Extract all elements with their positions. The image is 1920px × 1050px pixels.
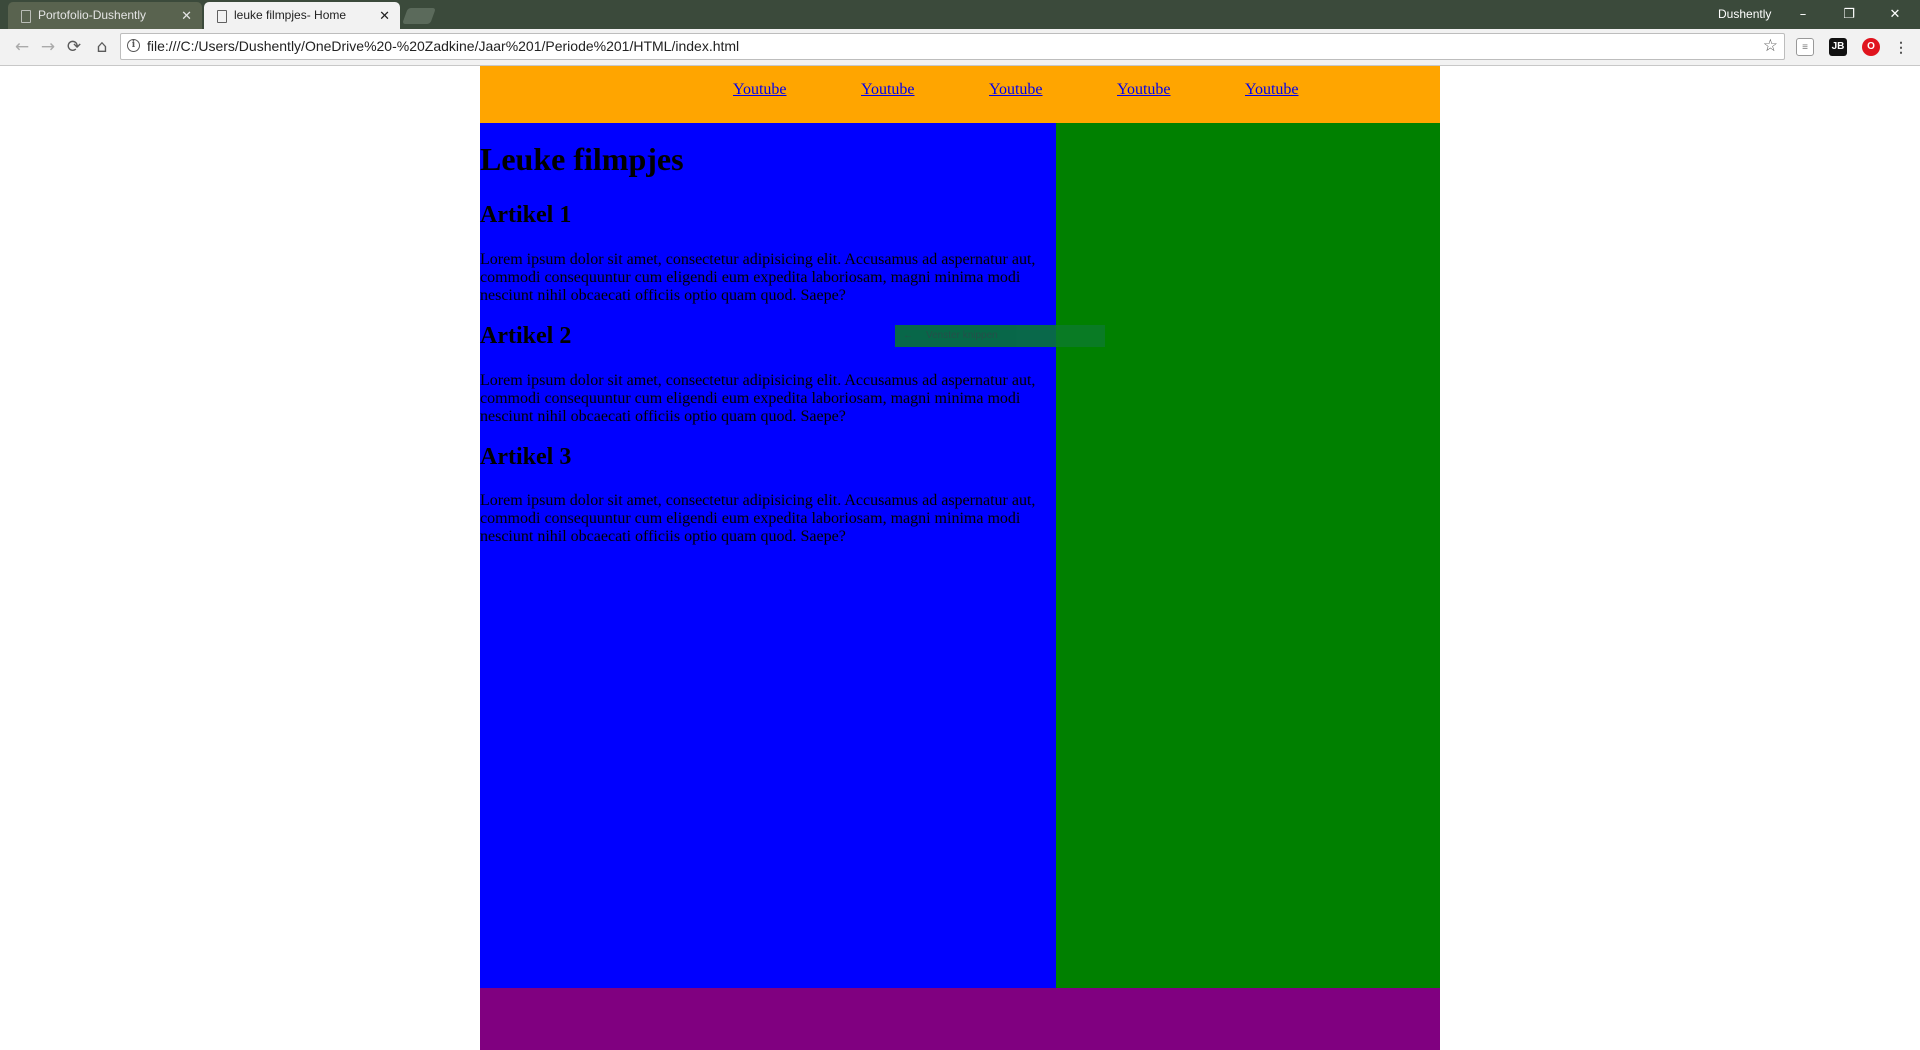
nav-link-youtube-4[interactable]: Youtube (1117, 81, 1171, 99)
snip-tooltip: ← Venster knippen (895, 325, 1105, 347)
info-icon[interactable]: i (127, 39, 140, 52)
site-footer (480, 988, 1440, 1050)
browser-titlebar: Portofolio-Dushently ✕ leuke filmpjes- H… (0, 0, 1920, 29)
main-content: Leuke filmpjes Artikel 1 Lorem ipsum dol… (480, 123, 1056, 988)
site-container: Youtube Youtube Youtube Youtube Youtube … (480, 66, 1440, 1050)
tab-portfolio[interactable]: Portofolio-Dushently ✕ (8, 2, 202, 29)
new-tab-button[interactable] (402, 8, 436, 24)
article-title-2: Artikel 2 (480, 323, 572, 349)
close-window-button[interactable]: ✕ (1872, 0, 1918, 29)
article-title-1: Artikel 1 (480, 202, 572, 228)
document-icon (217, 10, 227, 23)
bookmark-star-icon[interactable]: ☆ (1763, 34, 1778, 59)
sidebar (1056, 123, 1440, 988)
page-viewport: Youtube Youtube Youtube Youtube Youtube … (0, 66, 1920, 1050)
extension-page-icon[interactable]: ≡ (1796, 38, 1814, 56)
back-arrow-icon: ← (903, 330, 913, 341)
tab-close-icon[interactable]: ✕ (379, 2, 390, 29)
forward-arrow-icon[interactable]: → (38, 37, 58, 57)
back-arrow-icon[interactable]: ← (12, 37, 32, 57)
tab-title: Portofolio-Dushently (38, 8, 147, 22)
article-title-3: Artikel 3 (480, 444, 572, 470)
jetbrains-icon[interactable]: JB (1829, 38, 1847, 56)
tab-leuke-filmpjes[interactable]: leuke filmpjes- Home ✕ (204, 2, 400, 29)
nav-link-youtube-1[interactable]: Youtube (733, 81, 787, 99)
menu-dots-icon[interactable]: ⋮ (1892, 38, 1910, 56)
browser-toolbar: ← → ⟳ ⌂ i file:///C:/Users/Dushently/One… (0, 29, 1920, 66)
tab-close-icon[interactable]: ✕ (181, 2, 192, 29)
tab-title: leuke filmpjes- Home (234, 8, 347, 22)
article-body-1: Lorem ipsum dolor sit amet, consectetur … (480, 251, 1036, 304)
address-text[interactable]: file:///C:/Users/Dushently/OneDrive%20-%… (147, 34, 739, 59)
page-title: Leuke filmpjes (480, 141, 684, 177)
nav-link-youtube-5[interactable]: Youtube (1245, 81, 1299, 99)
restore-button[interactable]: ❐ (1826, 0, 1872, 29)
minimize-button[interactable]: – (1780, 0, 1826, 29)
article-body-2: Lorem ipsum dolor sit amet, consectetur … (480, 372, 1036, 425)
tooltip-text: Venster knippen (926, 330, 998, 341)
site-nav: Youtube Youtube Youtube Youtube Youtube (480, 66, 1440, 123)
profile-name[interactable]: Dushently (1718, 0, 1771, 29)
article-body-3: Lorem ipsum dolor sit amet, consectetur … (480, 492, 1036, 545)
reload-icon[interactable]: ⟳ (64, 37, 84, 57)
opera-icon[interactable]: O (1862, 38, 1880, 56)
nav-link-youtube-3[interactable]: Youtube (989, 81, 1043, 99)
address-bar[interactable]: i file:///C:/Users/Dushently/OneDrive%20… (120, 33, 1785, 60)
document-icon (21, 10, 31, 23)
nav-link-youtube-2[interactable]: Youtube (861, 81, 915, 99)
home-icon[interactable]: ⌂ (92, 37, 112, 57)
